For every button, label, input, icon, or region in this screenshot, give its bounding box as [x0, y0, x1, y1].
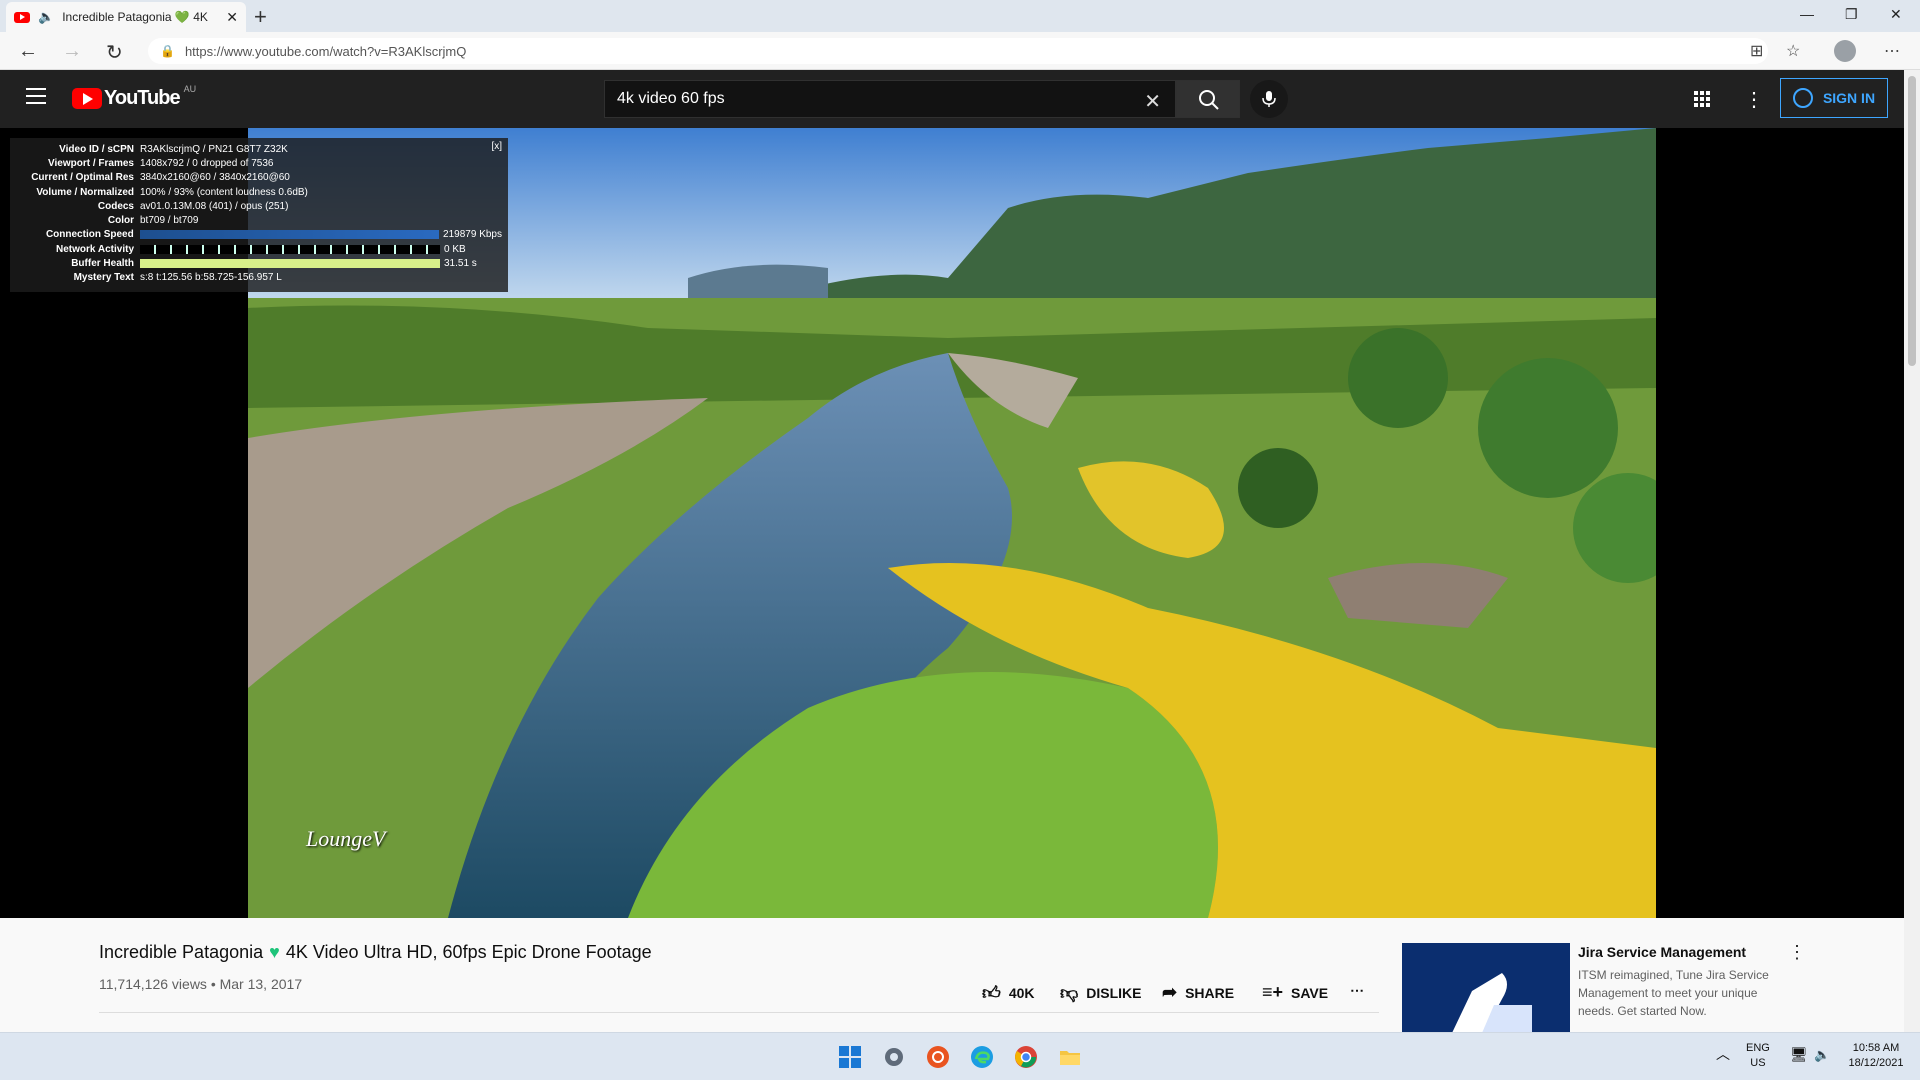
clock[interactable]: 10:58 AM 18/12/2021: [1840, 1041, 1912, 1071]
playlist-add-icon: ≡+: [1262, 982, 1284, 1002]
address-bar-row: ← → ↻ 🔒 https://www.youtube.com/watch?v=…: [0, 32, 1920, 70]
favorites-icon[interactable]: ☆: [1786, 41, 1800, 61]
ad-description: ITSM reimagined, Tune Jira Service Manag…: [1578, 968, 1769, 1018]
url-text: https://www.youtube.com/watch?v=R3AKlscr…: [184, 43, 467, 59]
video-views-date: 11,714,126 views • Mar 13, 2017: [99, 976, 303, 992]
close-tab-icon[interactable]: ✕: [226, 9, 238, 26]
share-arrow-icon: ➦: [1162, 982, 1178, 1002]
youtube-favicon-icon: [14, 11, 30, 23]
profile-avatar[interactable]: [1834, 40, 1856, 62]
search-icon: [1199, 90, 1219, 110]
windows-start-icon[interactable]: [838, 1045, 862, 1069]
url-field[interactable]: 🔒 https://www.youtube.com/watch?v=R3AKls…: [148, 38, 1768, 64]
thumbs-up-icon: 👍︎: [982, 983, 1001, 1003]
new-tab-icon[interactable]: +: [254, 4, 267, 30]
back-icon[interactable]: ←: [18, 40, 38, 63]
close-stats-button[interactable]: [x]: [491, 141, 502, 152]
thumbs-down-icon: 👎︎: [1060, 983, 1079, 1003]
mystery-text-row: Mystery Text s:8 t:125.56 b:58.725-156.9…: [73, 272, 282, 284]
channel-watermark: LoungeV: [306, 826, 386, 851]
lock-icon[interactable]: 🔒: [160, 44, 175, 58]
more-horizontal-icon: ⋯: [1350, 982, 1364, 998]
dislike-button[interactable]: 👎︎ DISLIKE: [1060, 982, 1142, 1004]
buffer-health-graph: [140, 259, 440, 269]
volume-icon[interactable]: 🔈: [1814, 1047, 1830, 1062]
youtube-logo[interactable]: YouTube AU: [72, 83, 197, 110]
logo-text: YouTube: [104, 87, 181, 109]
search-input[interactable]: 4k video 60 fps ✕: [604, 80, 1176, 118]
minimize-icon[interactable]: —: [1800, 6, 1814, 22]
ad-thumbnail[interactable]: [1402, 943, 1570, 1033]
speaker-icon[interactable]: 🔈: [38, 9, 54, 25]
stats-row: Volume / Normalized 100% / 93% (content l…: [36, 186, 308, 198]
stats-row: Color bt709 / bt709: [107, 215, 199, 227]
share-button[interactable]: ➦ SHARE: [1162, 982, 1234, 1003]
close-window-icon[interactable]: ✕: [1890, 6, 1902, 23]
ad-title[interactable]: Jira Service Management: [1578, 944, 1746, 960]
browser-tabstrip: 🔈 Incredible Patagonia 💚 4K ✕ + — ❐ ✕: [0, 0, 1920, 32]
account-icon: [1792, 88, 1813, 108]
browser-tab[interactable]: 🔈 Incredible Patagonia 💚 4K ✕: [6, 2, 246, 32]
like-button[interactable]: 👍︎ 40K: [982, 982, 1035, 1004]
more-actions-button[interactable]: ⋯: [1350, 982, 1364, 999]
settings-gear-icon[interactable]: [882, 1045, 906, 1069]
buffer-health-row: Buffer Health 31.51 s: [71, 258, 477, 270]
network-icon[interactable]: 🖥: [1790, 1047, 1808, 1062]
video-info-section: Incredible Patagonia ♥ 4K Video Ultra HD…: [0, 918, 1904, 1033]
video-title-part-2: 4K Video Ultra HD, 60fps Epic Drone Foot…: [285, 942, 652, 962]
scrollbar-thumb[interactable]: [1908, 76, 1916, 366]
edge-browser-icon[interactable]: [970, 1045, 994, 1069]
input-language[interactable]: ENG US: [1746, 1041, 1770, 1071]
tray-chevron-up-icon[interactable]: ︿: [1716, 1047, 1730, 1062]
page-scrollbar[interactable]: [1904, 70, 1920, 1032]
video-player[interactable]: LoungeV [x] Video ID / sCPN R3AKlscrjmQ /…: [0, 128, 1904, 918]
green-heart-icon: ♥: [269, 942, 280, 962]
clear-search-icon[interactable]: ✕: [1144, 89, 1161, 114]
chrome-icon[interactable]: [1014, 1045, 1038, 1069]
save-button[interactable]: ≡+ SAVE: [1262, 982, 1328, 1003]
country-code: AU: [183, 83, 197, 94]
taskbar: ︿ ENG US 🖥 🔈 10:58 AM 18/12/2021: [0, 1032, 1920, 1080]
restore-icon[interactable]: ❐: [1845, 6, 1858, 23]
stats-row: Viewport / Frames 1408x792 / 0 dropped of…: [48, 157, 274, 169]
app-available-icon[interactable]: ⊞: [1750, 41, 1763, 61]
stats-for-nerds-panel: [x] Video ID / sCPN R3AKlscrjmQ / PN21 G8…: [10, 138, 508, 292]
network-activity-row: Network Activity 0 KB: [56, 243, 466, 255]
youtube-play-icon: [72, 88, 102, 109]
search-button[interactable]: [1176, 80, 1240, 118]
video-title-part-1: Incredible Patagonia: [99, 942, 264, 962]
ad-options-icon[interactable]: ⋮: [1788, 942, 1806, 963]
connection-speed-graph: [139, 230, 440, 240]
stats-row: Current / Optimal Res 3840x2160@60 / 3840…: [31, 172, 290, 184]
settings-more-icon[interactable]: ⋯: [1884, 41, 1900, 61]
jira-logo-icon: [1452, 973, 1532, 1033]
stats-row: Video ID / sCPN R3AKlscrjmQ / PN21 G8T7 Z…: [59, 143, 288, 155]
menu-icon[interactable]: [26, 88, 46, 104]
microphone-icon: [1262, 91, 1276, 107]
apps-grid-icon[interactable]: [1694, 91, 1710, 107]
forward-icon[interactable]: →: [62, 40, 82, 63]
search-value: 4k video 60 fps: [617, 90, 725, 107]
file-explorer-icon[interactable]: [1058, 1045, 1082, 1069]
connection-speed-row: Connection Speed 219879 Kbps: [45, 229, 502, 241]
divider: [99, 1012, 1379, 1013]
refresh-icon[interactable]: ↻: [106, 40, 123, 65]
network-activity-graph: [140, 244, 440, 254]
sign-in-label: SIGN IN: [1822, 90, 1876, 106]
stats-row: Codecs av01.0.13M.08 (401) / opus (251): [97, 200, 289, 212]
settings-kebab-icon[interactable]: ⋮: [1744, 87, 1764, 112]
youtube-masthead: YouTube AU 4k video 60 fps ✕ ⋮ SIGN IN: [0, 70, 1904, 128]
tab-title: Incredible Patagonia 💚 4K: [62, 10, 208, 24]
ubuntu-icon[interactable]: [926, 1045, 950, 1069]
video-title: Incredible Patagonia ♥ 4K Video Ultra HD…: [99, 942, 652, 963]
sign-in-button[interactable]: SIGN IN: [1780, 78, 1888, 118]
voice-search-button[interactable]: [1250, 80, 1288, 118]
